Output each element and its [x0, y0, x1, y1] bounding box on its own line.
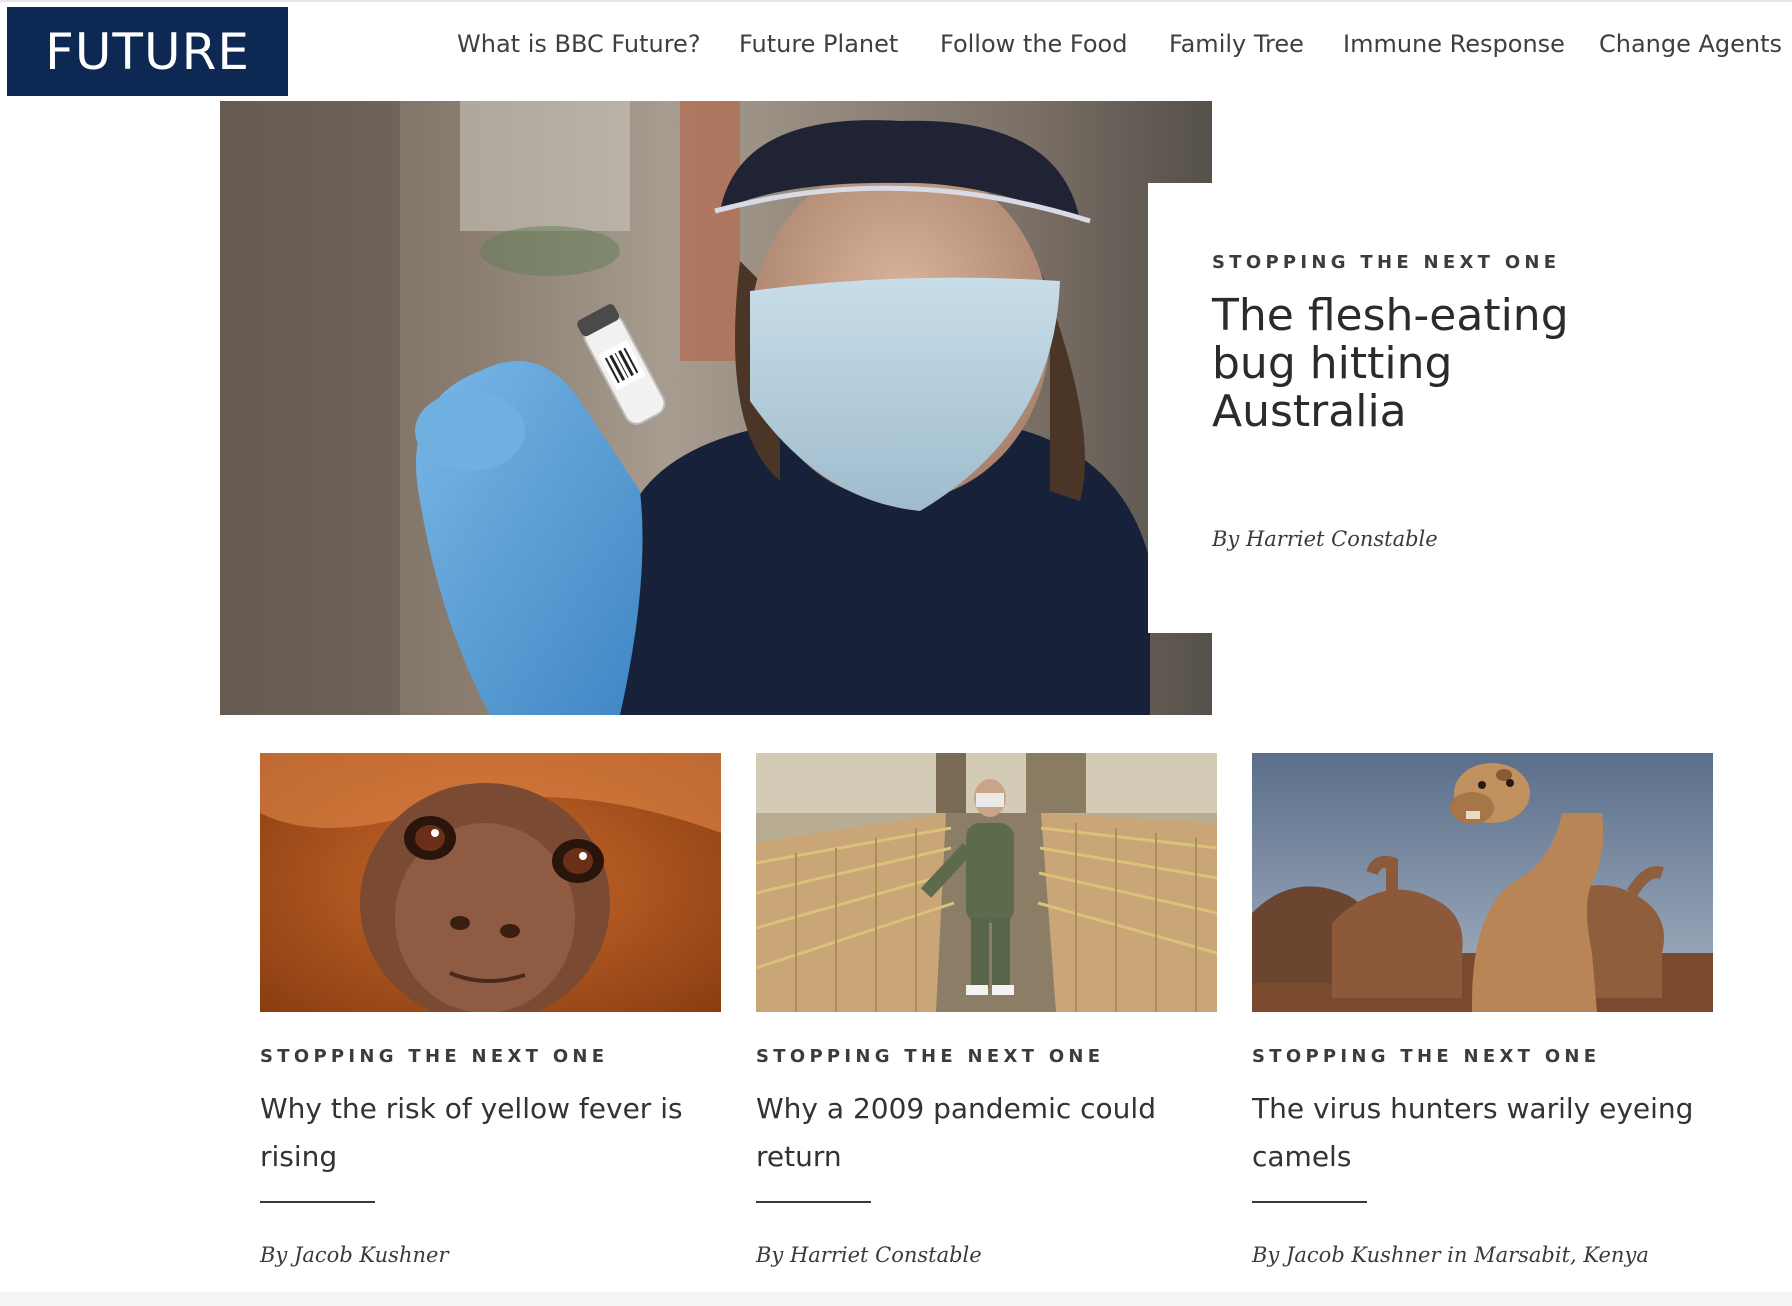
- card-title-link[interactable]: The virus hunters warily eyeing camels: [1252, 1085, 1702, 1181]
- card-kicker[interactable]: STOPPING THE NEXT ONE: [260, 1046, 608, 1067]
- card-image-monkey[interactable]: [260, 753, 721, 1012]
- nav-item-follow-the-food[interactable]: Follow the Food: [940, 30, 1127, 58]
- article-card: STOPPING THE NEXT ONE Why a 2009 pandemi…: [756, 753, 1217, 1267]
- card-image-pig-farm[interactable]: [756, 753, 1217, 1012]
- card-byline: By Jacob Kushner: [260, 1243, 449, 1267]
- card-kicker[interactable]: STOPPING THE NEXT ONE: [1252, 1046, 1600, 1067]
- hero-byline: By Harriet Constable: [1212, 527, 1438, 551]
- nav-item-future-planet[interactable]: Future Planet: [739, 30, 898, 58]
- card-title-link[interactable]: Why a 2009 pandemic could return: [756, 1085, 1206, 1181]
- bottom-edge: [0, 1292, 1792, 1306]
- nav-item-change-agents[interactable]: Change Agents: [1599, 30, 1782, 58]
- future-logo[interactable]: FUTURE: [7, 7, 288, 96]
- hero-title-link[interactable]: The flesh-eating bug hitting Australia: [1212, 292, 1632, 436]
- divider: [756, 1201, 871, 1203]
- divider: [260, 1201, 375, 1203]
- top-rule: [0, 0, 1792, 2]
- nav-item-what-is-bbc-future[interactable]: What is BBC Future?: [457, 30, 701, 58]
- hero-image[interactable]: [220, 101, 1212, 715]
- article-card: STOPPING THE NEXT ONE The virus hunters …: [1252, 753, 1713, 1267]
- card-title-link[interactable]: Why the risk of yellow fever is rising: [260, 1085, 710, 1181]
- divider: [1252, 1201, 1367, 1203]
- card-image-camels[interactable]: [1252, 753, 1713, 1012]
- nav-item-immune-response[interactable]: Immune Response: [1343, 30, 1565, 58]
- nav-item-family-tree[interactable]: Family Tree: [1169, 30, 1304, 58]
- card-kicker[interactable]: STOPPING THE NEXT ONE: [756, 1046, 1104, 1067]
- hero-kicker[interactable]: STOPPING THE NEXT ONE: [1212, 252, 1560, 273]
- card-byline: By Jacob Kushner in Marsabit, Kenya: [1252, 1243, 1649, 1267]
- article-card: STOPPING THE NEXT ONE Why the risk of ye…: [260, 753, 721, 1267]
- card-byline: By Harriet Constable: [756, 1243, 982, 1267]
